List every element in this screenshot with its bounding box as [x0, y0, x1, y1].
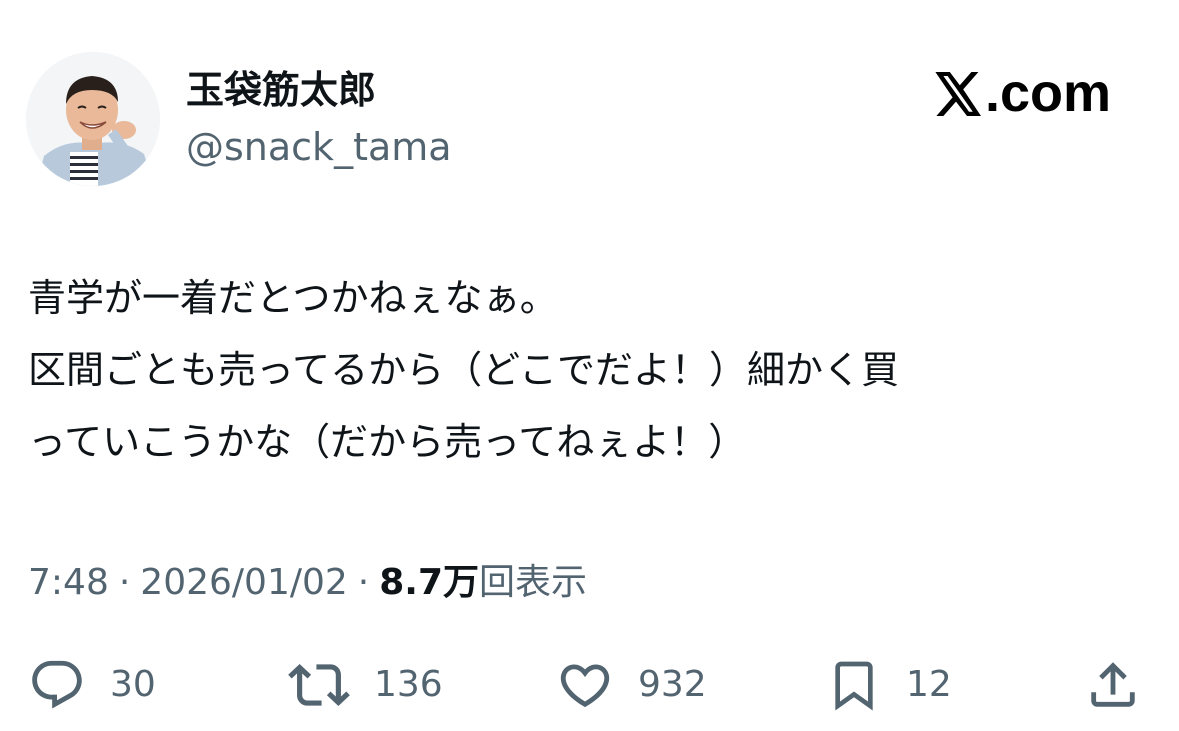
brand-logo[interactable]: .com — [935, 60, 1111, 126]
views-count[interactable]: 8.7万 — [379, 557, 479, 609]
like-button[interactable]: 932 — [556, 655, 707, 715]
heart-icon — [560, 664, 610, 708]
bookmark-count: 12 — [906, 664, 952, 705]
share-icon — [1091, 662, 1135, 707]
like-count: 932 — [638, 664, 707, 705]
reply-icon — [32, 660, 82, 709]
retweet-icon — [288, 664, 350, 706]
x-logo-icon — [935, 60, 983, 126]
tweet-line: 区間ごとも売ってるから（どこでだよ！）細かく買 — [28, 348, 899, 392]
action-bar: 30 136 932 12 — [0, 655, 1179, 715]
user-avatar-photo — [26, 52, 160, 186]
share-button[interactable] — [1084, 655, 1142, 715]
retweet-count: 136 — [374, 664, 443, 705]
bookmark-button[interactable]: 12 — [826, 655, 952, 715]
retweet-button[interactable]: 136 — [288, 655, 443, 715]
tweet-line: 青学が一着だとつかねぇなぁ。 — [28, 276, 558, 320]
tweet-line: っていこうかな（だから売ってねぇよ！） — [28, 420, 747, 464]
reply-button[interactable]: 30 — [28, 655, 156, 715]
meta-separator: · — [118, 562, 131, 603]
tweet-meta: 7:48 · 2026/01/02 · 8.7万 回表示 — [28, 557, 587, 609]
tweet-date[interactable]: 2026/01/02 — [140, 557, 348, 609]
tweet-text: 青学が一着だとつかねぇなぁ。 区間ごとも売ってるから（どこでだよ！）細かく買 っ… — [28, 262, 1148, 478]
meta-separator: · — [357, 562, 370, 603]
author-display-name[interactable]: 玉袋筋太郎 — [186, 64, 376, 116]
reply-count: 30 — [110, 664, 156, 705]
avatar[interactable] — [26, 52, 160, 186]
bookmark-icon — [835, 661, 873, 711]
brand-domain: .com — [984, 63, 1111, 123]
author-handle[interactable]: @snack_tama — [186, 122, 452, 172]
tweet-time[interactable]: 7:48 — [28, 557, 109, 609]
views-label: 回表示 — [479, 562, 588, 603]
